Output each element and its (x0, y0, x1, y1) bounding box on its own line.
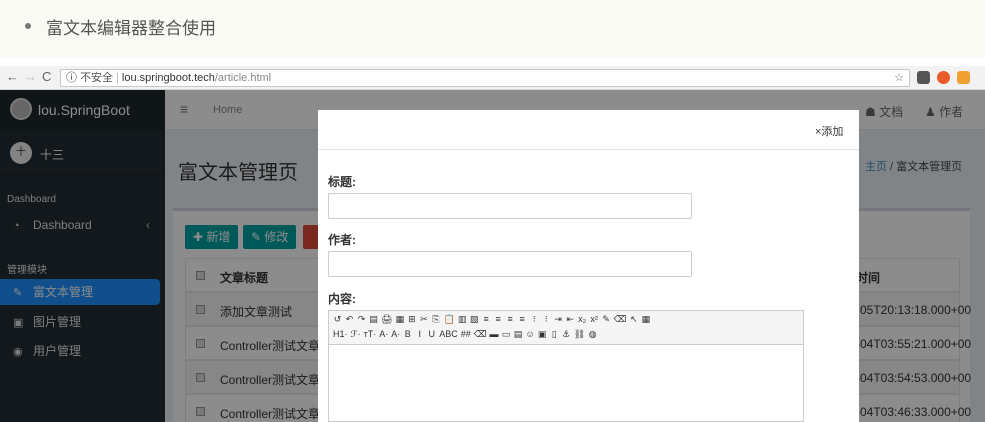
forward-icon[interactable]: → (24, 69, 37, 84)
editor-tool-icon[interactable]: ▬ (489, 329, 498, 339)
extension-icon[interactable] (917, 71, 930, 84)
title-input[interactable] (328, 193, 692, 219)
editor-tool-icon[interactable]: ✎ (602, 314, 611, 325)
editor-toolbar: ↺ ↶ ↷ ▤ 🖨 ▦ ⊞ ✂ ⎘ 📋 ▥ ▧ ≡ ≡ ≡ ≡ ⁝ ⁝ ⇥ ⇤ x₂ x² ✎ ⌫ ↖ ▦ H1· ℱ· тT· A· A… (329, 311, 803, 345)
editor-tool-icon[interactable]: ◍ (588, 329, 597, 340)
editor-tool-icon[interactable]: U (427, 329, 436, 339)
editor-tool-icon[interactable]: ⇥ (554, 314, 563, 325)
editor-tool-icon[interactable]: A· (379, 329, 388, 339)
editor-tool-icon[interactable]: H1· (333, 329, 348, 339)
title-label: 标题: (328, 175, 356, 189)
editor-tool-icon[interactable]: ✂ (419, 314, 428, 325)
bookmark-star-icon[interactable]: ☆ (894, 70, 904, 86)
editor-tool-icon[interactable]: A· (391, 329, 400, 339)
modal-header: ×添加 (318, 110, 859, 150)
editor-tool-icon[interactable]: ↺ (333, 314, 342, 325)
editor-tool-icon[interactable]: ▣ (538, 329, 547, 340)
info-icon[interactable]: ⓘ (66, 72, 77, 84)
editor-tool-icon[interactable]: ≡ (506, 314, 515, 324)
editor-tool-icon[interactable]: ⌫ (614, 314, 627, 325)
editor-tool-icon[interactable]: ⇤ (566, 314, 575, 325)
editor-tool-icon[interactable]: ⁝ (542, 314, 551, 325)
editor-toolbar-row-1: ↺ ↶ ↷ ▤ 🖨 ▦ ⊞ ✂ ⎘ 📋 ▥ ▧ ≡ ≡ ≡ ≡ ⁝ ⁝ ⇥ ⇤ x₂ x² ✎ ⌫ ↖ ▦ (333, 314, 653, 328)
editor-tool-icon[interactable]: ↖ (629, 314, 638, 325)
editor-tool-icon[interactable]: ▯ (550, 329, 559, 340)
editor-tool-icon[interactable]: ABC (439, 329, 458, 339)
editor-tool-icon[interactable]: ℱ· (351, 329, 361, 340)
editor-tool-icon[interactable]: ▦ (641, 314, 651, 325)
editor-tool-icon[interactable]: 🖨 (381, 314, 392, 325)
editor-tool-icon[interactable]: ▤ (513, 329, 523, 340)
extension-icon[interactable] (957, 71, 970, 84)
editor-tool-icon[interactable]: ⊞ (407, 314, 416, 325)
author-label: 作者: (328, 233, 356, 247)
editor-tool-icon[interactable]: I (415, 329, 424, 339)
address-bar[interactable]: ⓘ 不安全 | lou.springboot.tech/article.html ☆ (60, 69, 910, 87)
extension-icon[interactable] (937, 71, 950, 84)
editor-tool-icon[interactable]: ≡ (482, 314, 491, 324)
banner-text: 富文本编辑器整合使用 (46, 19, 216, 38)
rich-text-editor[interactable]: ↺ ↶ ↷ ▤ 🖨 ▦ ⊞ ✂ ⎘ 📋 ▥ ▧ ≡ ≡ ≡ ≡ ⁝ ⁝ ⇥ ⇤ x₂ x² ✎ ⌫ ↖ ▦ H1· ℱ· тT· A· A… (328, 310, 804, 422)
editor-tool-icon[interactable]: 📋 (443, 314, 454, 325)
editor-tool-icon[interactable]: ≡ (518, 314, 527, 324)
editor-tool-icon[interactable]: ## (461, 329, 471, 339)
insecure-label: 不安全 (80, 72, 114, 84)
reload-icon[interactable]: C (42, 69, 51, 84)
editor-tool-icon[interactable]: ↶ (345, 314, 354, 325)
article-banner: 富文本编辑器整合使用 (0, 0, 985, 58)
browser-toolbar: ← → C ⓘ 不安全 | lou.springboot.tech/article.… (0, 66, 985, 90)
editor-tool-icon[interactable]: ↷ (357, 314, 366, 325)
url-path: /article.html (214, 72, 272, 84)
editor-tool-icon[interactable]: ▤ (369, 314, 378, 325)
editor-tool-icon[interactable]: x² (590, 314, 599, 324)
author-input[interactable] (328, 251, 692, 277)
url-host: lou.springboot.tech (121, 72, 215, 84)
editor-tool-icon[interactable]: ≡ (494, 314, 503, 324)
editor-tool-icon[interactable]: x₂ (578, 314, 587, 324)
bullet-icon (25, 23, 31, 29)
editor-tool-icon[interactable]: ⎘ (431, 314, 440, 325)
editor-tool-icon[interactable]: ⌫ (474, 329, 487, 340)
editor-tool-icon[interactable]: ☺ (525, 329, 534, 339)
editor-tool-icon[interactable]: B (403, 329, 412, 339)
editor-toolbar-row-2: H1· ℱ· тT· A· A· B I U ABC ## ⌫ ▬ ▭ ▤ ☺ ▣ ▯ ⚓ ⛓ ◍ (333, 329, 600, 343)
editor-tool-icon[interactable]: ▭ (501, 329, 511, 340)
editor-tool-icon[interactable]: ⛓ (574, 329, 585, 340)
close-button[interactable]: ×添加 (815, 123, 843, 139)
editor-tool-icon[interactable]: ⁝ (530, 314, 539, 325)
back-icon[interactable]: ← (6, 69, 19, 84)
add-article-modal: ×添加 标题: 作者: 内容: ↺ ↶ ↷ ▤ 🖨 ▦ ⊞ ✂ ⎘ 📋 ▥ ▧ ≡ ≡ ≡ ≡ ⁝ ⁝ ⇥ ⇤ x₂ x²… (318, 110, 859, 422)
content-label: 内容: (328, 292, 356, 306)
editor-tool-icon[interactable]: ▧ (470, 314, 479, 325)
editor-tool-icon[interactable]: ▦ (395, 314, 405, 325)
editor-tool-icon[interactable]: ⚓ (562, 329, 571, 340)
editor-tool-icon[interactable]: ▥ (458, 314, 467, 325)
editor-tool-icon[interactable]: тT· (364, 329, 377, 339)
